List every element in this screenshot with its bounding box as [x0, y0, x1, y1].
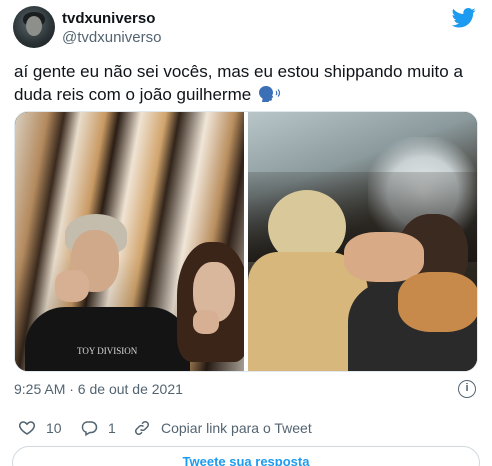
reply-count: 1 [108, 420, 116, 436]
like-button[interactable]: 10 [18, 418, 62, 438]
copy-link-label: Copiar link para o Tweet [161, 420, 312, 436]
link-icon [134, 420, 150, 436]
tweet-text: aí gente eu não sei vocês, mas eu estou … [14, 60, 480, 106]
reply-button[interactable]: 1 [80, 418, 116, 438]
tweet-actions: 10 1 Copiar link para o Tweet [18, 418, 478, 438]
tweet-card: tvdxuniverso @tvdxuniverso aí gente eu n… [0, 0, 492, 466]
avatar[interactable] [13, 6, 55, 48]
username[interactable]: @tvdxuniverso [62, 29, 161, 46]
tweet-media[interactable]: TOY DIVISION [14, 111, 478, 372]
avatar-face [26, 16, 42, 36]
person-left-hand [55, 270, 89, 302]
person-left-shirt-text: TOY DIVISION [77, 346, 138, 356]
reply-prompt-button[interactable]: Tweete sua resposta [12, 446, 480, 466]
person-dark-arm [344, 232, 424, 282]
media-photo-right[interactable] [248, 112, 477, 371]
tweet-timestamp[interactable]: 9:25 AM · 6 de out de 2021 [14, 381, 183, 397]
twitter-bird-icon[interactable] [452, 8, 476, 28]
heart-icon [18, 421, 36, 435]
person-right-hand [193, 310, 219, 334]
reply-icon [81, 421, 98, 437]
info-icon[interactable]: i [458, 380, 476, 398]
copy-link-button[interactable]: Copiar link para o Tweet [133, 418, 312, 438]
tweet-text-line-2: duda reis com o joão guilherme [14, 83, 480, 106]
media-photo-left[interactable]: TOY DIVISION [15, 112, 244, 371]
tweet-header: tvdxuniverso @tvdxuniverso [12, 6, 482, 50]
like-count: 10 [46, 420, 62, 436]
person-left-body [25, 307, 190, 371]
person-dark-shoulder [398, 272, 477, 332]
display-name[interactable]: tvdxuniverso [62, 10, 155, 27]
tweet-text-line-2-content: duda reis com o joão guilherme [14, 85, 252, 104]
tweet-text-line-1: aí gente eu não sei vocês, mas eu estou … [14, 62, 463, 81]
speaking-head-icon [258, 86, 281, 102]
